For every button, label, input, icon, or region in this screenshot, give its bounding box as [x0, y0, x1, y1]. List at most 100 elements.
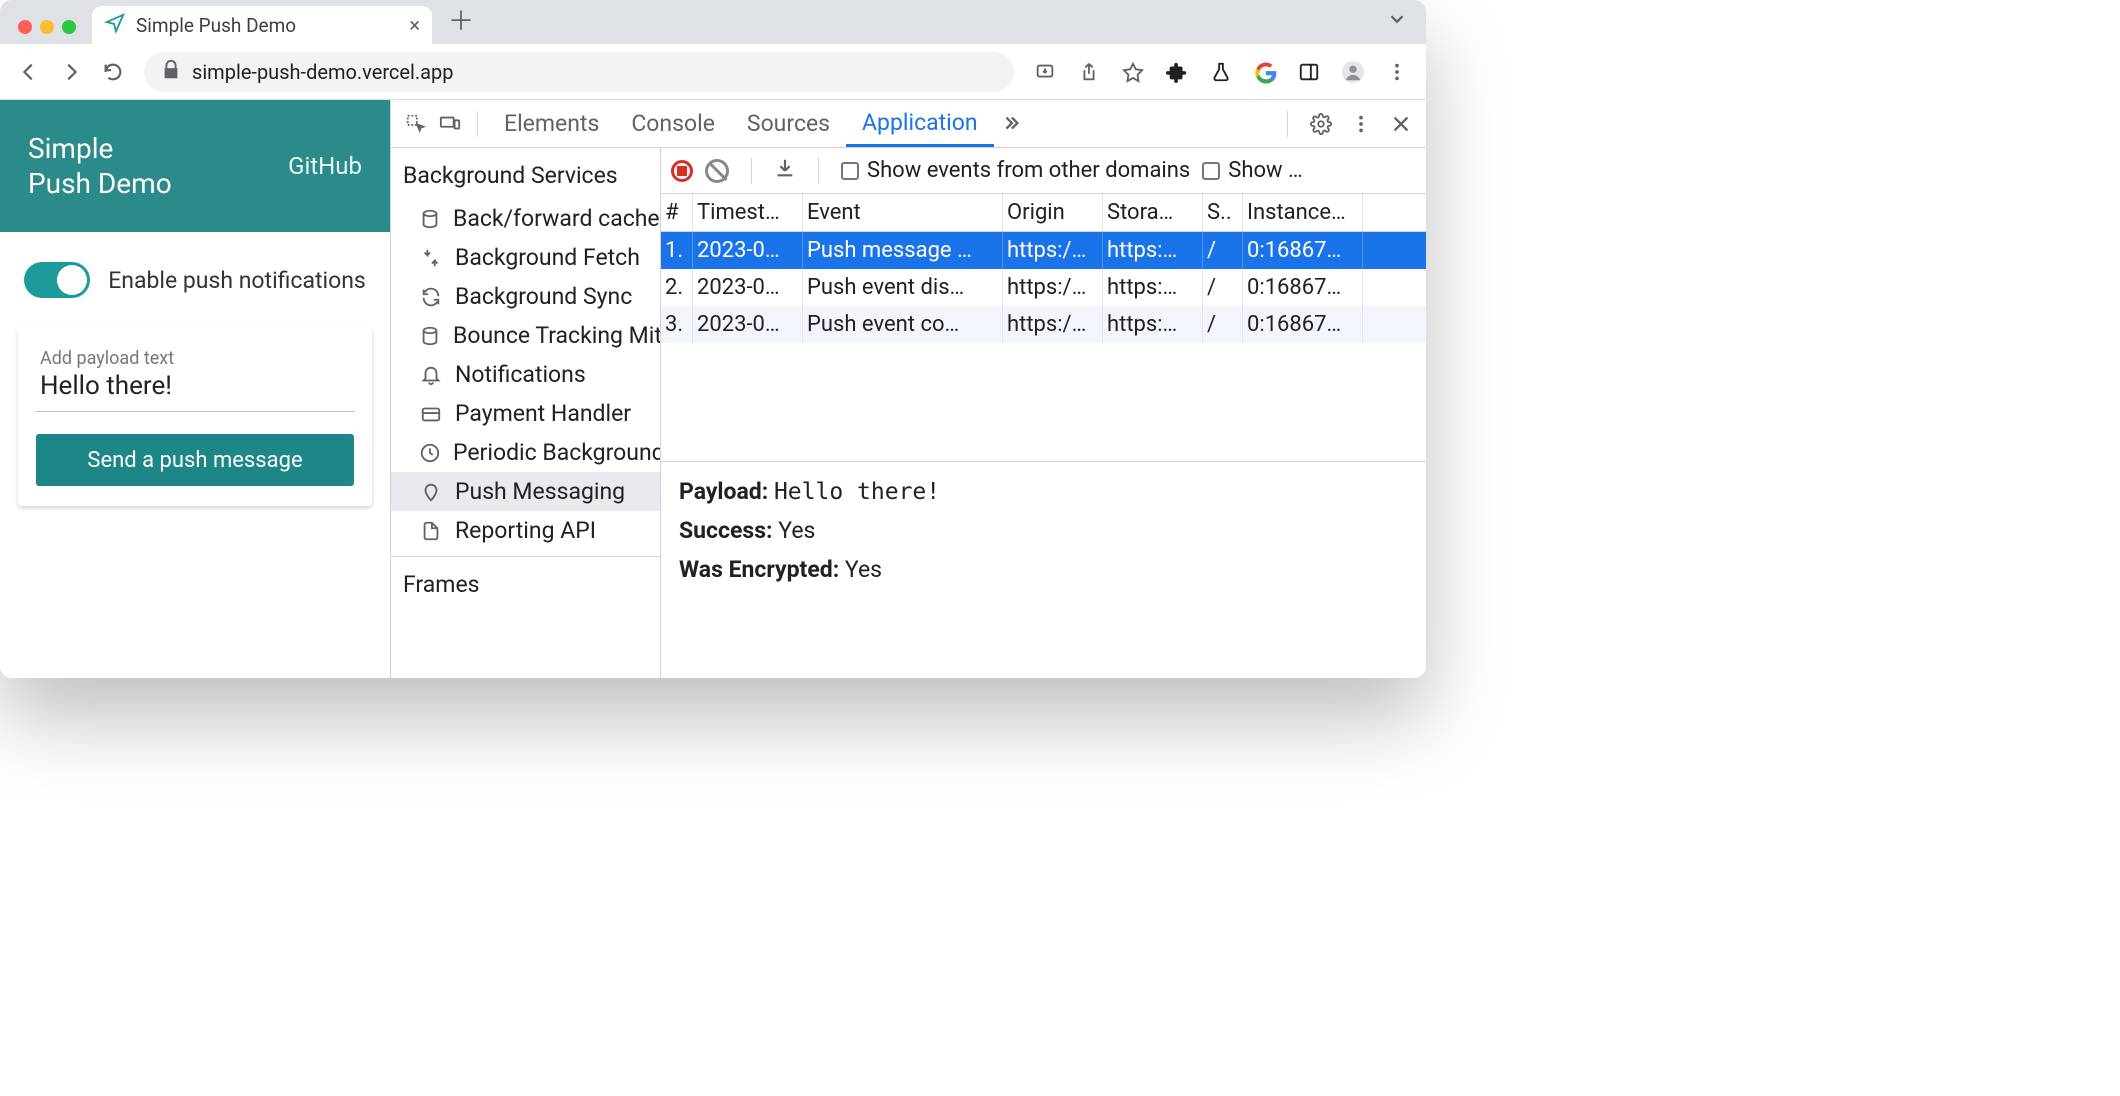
install-icon[interactable] — [1026, 53, 1064, 91]
sidebar-item-background-sync[interactable]: Background Sync — [391, 277, 660, 316]
browser-toolbar: simple-push-demo.vercel.app — [0, 44, 1426, 100]
table-row[interactable]: 2.2023-0…Push event dis…https:/…https:…/… — [661, 269, 1426, 306]
traffic-close[interactable] — [18, 20, 32, 34]
page-viewport: Simple Push Demo GitHub Enable push noti… — [0, 100, 390, 678]
success-label: Success: — [679, 517, 773, 544]
inspect-icon[interactable] — [399, 107, 433, 141]
tab-elements[interactable]: Elements — [488, 100, 615, 147]
back-button[interactable] — [10, 53, 48, 91]
clear-button[interactable] — [705, 159, 729, 183]
close-tab-icon[interactable]: × — [409, 15, 420, 35]
column-header[interactable]: Instance… — [1243, 194, 1363, 231]
show-truncated-checkbox[interactable]: Show … — [1202, 158, 1302, 183]
cell-n: 1. — [661, 232, 693, 269]
tab-strip: Simple Push Demo × ＋ — [0, 0, 1426, 44]
frames-heading: Frames — [391, 556, 660, 608]
application-sidebar: Background Services Back/forward cache Ba… — [391, 148, 661, 678]
extensions-puzzle-icon[interactable] — [1158, 53, 1196, 91]
events-toolbar: Show events from other domains Show … — [661, 148, 1426, 194]
sidebar-item-notifications[interactable]: Notifications — [391, 355, 660, 394]
traffic-maximize[interactable] — [62, 20, 76, 34]
enable-push-label: Enable push notifications — [108, 267, 366, 294]
sidebar-item-label: Periodic Background Sync — [453, 439, 660, 466]
tab-application[interactable]: Application — [846, 100, 994, 147]
sidebar-item-label: Back/forward cache — [453, 205, 660, 232]
sidebar-item-label: Bounce Tracking Mitigations — [453, 322, 660, 349]
sidebar-item-icon — [419, 442, 441, 464]
devtools-tabbar: Elements Console Sources Application — [391, 100, 1426, 148]
cell-ts: 2023-0… — [693, 306, 803, 343]
table-row[interactable]: 3.2023-0…Push event co…https:/…https:…/0… — [661, 306, 1426, 343]
forward-button[interactable] — [52, 53, 90, 91]
page-title-line1: Simple — [28, 131, 172, 166]
sidebar-item-icon — [419, 520, 443, 542]
tab-list-chevron-icon[interactable] — [1386, 8, 1408, 36]
address-bar[interactable]: simple-push-demo.vercel.app — [144, 52, 1014, 92]
cell-instance: 0:16867… — [1243, 306, 1363, 343]
sidebar-item-label: Background Fetch — [455, 244, 640, 271]
browser-tab[interactable]: Simple Push Demo × — [92, 6, 432, 44]
success-value: Yes — [778, 517, 815, 544]
sidebar-item-periodic-background-sync[interactable]: Periodic Background Sync — [391, 433, 660, 472]
window-controls — [18, 20, 76, 34]
page-header: Simple Push Demo GitHub — [0, 100, 390, 232]
device-icon[interactable] — [433, 107, 467, 141]
url-text: simple-push-demo.vercel.app — [192, 60, 453, 84]
send-push-button[interactable]: Send a push message — [36, 434, 354, 486]
tab-console[interactable]: Console — [615, 100, 731, 147]
tab-title: Simple Push Demo — [136, 14, 296, 37]
settings-gear-icon[interactable] — [1304, 107, 1338, 141]
cell-storage: https:… — [1103, 306, 1203, 343]
payload-label: Payload: — [679, 478, 768, 505]
google-g-icon[interactable] — [1246, 53, 1284, 91]
download-icon[interactable] — [774, 157, 796, 185]
sidepanel-icon[interactable] — [1290, 53, 1328, 91]
devtools-close-icon[interactable] — [1384, 107, 1418, 141]
labs-flask-icon[interactable] — [1202, 53, 1240, 91]
column-header[interactable]: Stora… — [1103, 194, 1203, 231]
column-header[interactable]: Event — [803, 194, 1003, 231]
share-icon[interactable] — [1070, 53, 1108, 91]
event-detail: Payload: Hello there! Success: Yes Was E… — [661, 462, 1426, 599]
column-header[interactable]: S.. — [1203, 194, 1243, 231]
sidebar-item-bounce-tracking-mitigations[interactable]: Bounce Tracking Mitigations — [391, 316, 660, 355]
sidebar-item-label: Background Sync — [455, 283, 632, 310]
payload-placeholder: Add payload text — [36, 348, 354, 369]
sidebar-item-label: Reporting API — [455, 517, 596, 544]
page-title-line2: Push Demo — [28, 166, 172, 201]
record-button[interactable] — [671, 160, 693, 182]
enable-push-toggle[interactable] — [24, 262, 90, 298]
chrome-menu-icon[interactable] — [1378, 53, 1416, 91]
devtools-kebab-icon[interactable] — [1344, 107, 1378, 141]
bookmark-star-icon[interactable] — [1114, 53, 1152, 91]
sidebar-item-background-fetch[interactable]: Background Fetch — [391, 238, 660, 277]
sidebar-item-reporting-api[interactable]: Reporting API — [391, 511, 660, 550]
more-tabs-chevron-icon[interactable] — [994, 107, 1028, 141]
column-header[interactable]: # — [661, 194, 693, 231]
sidebar-heading: Background Services — [391, 148, 660, 199]
column-header[interactable]: Timest… — [693, 194, 803, 231]
sidebar-item-payment-handler[interactable]: Payment Handler — [391, 394, 660, 433]
show-other-domains-checkbox[interactable]: Show events from other domains — [841, 158, 1190, 183]
github-link[interactable]: GitHub — [288, 152, 362, 180]
encrypted-label: Was Encrypted: — [679, 556, 839, 583]
sidebar-item-back-forward-cache[interactable]: Back/forward cache — [391, 199, 660, 238]
cell-origin: https:/… — [1003, 232, 1103, 269]
tab-sources[interactable]: Sources — [731, 100, 846, 147]
cell-storage: https:… — [1103, 269, 1203, 306]
table-row[interactable]: 1.2023-0…Push message …https:/…https:…/0… — [661, 232, 1426, 269]
sidebar-item-push-messaging[interactable]: Push Messaging — [391, 472, 660, 511]
paper-plane-icon — [104, 12, 126, 39]
sidebar-item-label: Notifications — [455, 361, 586, 388]
sidebar-item-icon — [419, 247, 443, 269]
cell-ts: 2023-0… — [693, 269, 803, 306]
profile-avatar[interactable] — [1334, 53, 1372, 91]
cell-event: Push event co… — [803, 306, 1003, 343]
cell-n: 3. — [661, 306, 693, 343]
column-header[interactable]: Origin — [1003, 194, 1103, 231]
payload-input[interactable]: Hello there! — [36, 369, 354, 412]
traffic-minimize[interactable] — [40, 20, 54, 34]
reload-button[interactable] — [94, 53, 132, 91]
new-tab-button[interactable]: ＋ — [448, 1, 474, 38]
sidebar-item-icon — [419, 208, 441, 230]
